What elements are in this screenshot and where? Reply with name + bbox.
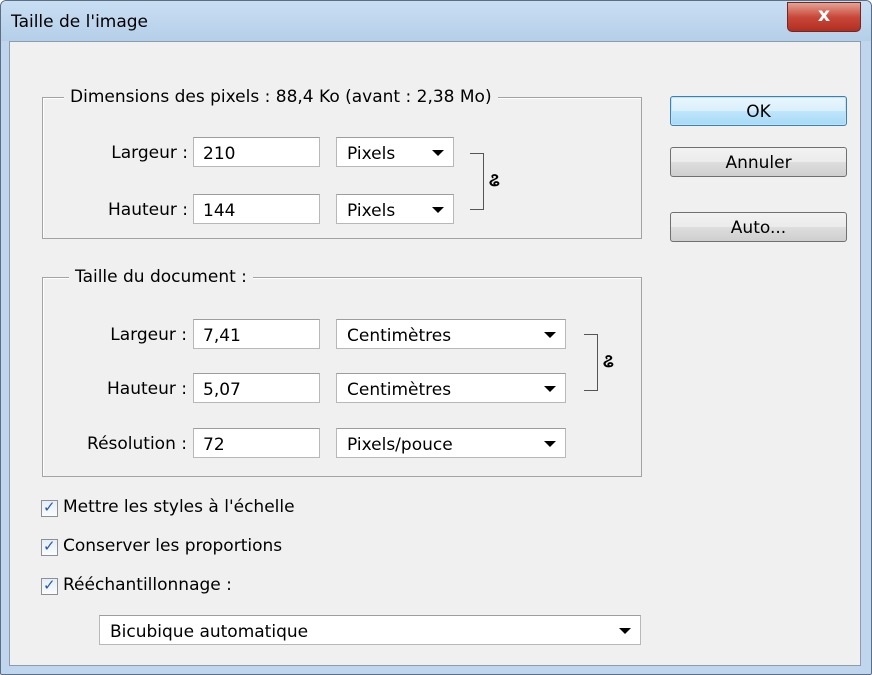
pixel-width-label: Largeur :	[111, 143, 188, 163]
dropdown-arrow-icon	[432, 207, 444, 213]
dropdown-arrow-icon	[544, 332, 556, 338]
resolution-input[interactable]: 72	[193, 428, 320, 458]
cancel-button[interactable]: Annuler	[670, 147, 847, 177]
dropdown-arrow-icon	[619, 628, 631, 634]
pixel-width-unit-value: Pixels	[347, 144, 396, 164]
scale-styles-label[interactable]: Mettre les styles à l'échelle	[63, 497, 295, 517]
pixel-height-unit-select[interactable]: Pixels	[336, 194, 454, 224]
dropdown-arrow-icon	[432, 150, 444, 156]
pixel-height-label: Hauteur :	[108, 200, 188, 220]
checkmark-icon: ✓	[43, 498, 56, 516]
pixel-height-input[interactable]: 144	[193, 194, 320, 224]
resolution-unit-value: Pixels/pouce	[347, 435, 453, 455]
resample-label[interactable]: Rééchantillonnage :	[63, 575, 232, 595]
document-width-unit-select[interactable]: Centimètres	[336, 319, 566, 349]
ok-button[interactable]: OK	[670, 96, 847, 126]
document-width-unit-value: Centimètres	[347, 326, 452, 346]
document-height-input[interactable]: 5,07	[193, 373, 320, 403]
pixel-link-bracket	[470, 153, 484, 210]
image-size-dialog: Taille de l'image x Dimensions des pixel…	[0, 0, 872, 675]
auto-button[interactable]: Auto...	[670, 212, 847, 242]
constrain-proportions-label[interactable]: Conserver les proportions	[63, 536, 282, 556]
document-height-unit-select[interactable]: Centimètres	[336, 373, 566, 403]
chain-link-icon: ଌ	[489, 170, 500, 191]
constrain-proportions-checkbox[interactable]: ✓	[41, 537, 58, 556]
scale-styles-checkbox[interactable]: ✓	[41, 498, 58, 517]
resample-checkbox[interactable]: ✓	[41, 576, 58, 595]
resample-method-value: Bicubique automatique	[110, 622, 309, 642]
close-icon: x	[817, 4, 831, 26]
document-size-legend: Taille du document :	[69, 267, 253, 287]
document-width-label: Largeur :	[110, 325, 187, 345]
pixel-width-unit-select[interactable]: Pixels	[336, 137, 454, 167]
close-button[interactable]: x	[787, 2, 861, 32]
dialog-body: Dimensions des pixels : 88,4 Ko (avant :…	[9, 41, 861, 666]
document-height-unit-value: Centimètres	[347, 380, 452, 400]
pixel-height-unit-value: Pixels	[347, 201, 396, 221]
resolution-unit-select[interactable]: Pixels/pouce	[336, 428, 566, 458]
document-height-label: Hauteur :	[107, 379, 187, 399]
chain-link-icon: ଌ	[603, 351, 614, 372]
checkmark-icon: ✓	[43, 576, 56, 594]
checkmark-icon: ✓	[43, 537, 56, 555]
resolution-label: Résolution :	[87, 434, 187, 454]
document-width-input[interactable]: 7,41	[193, 319, 320, 349]
title-bar[interactable]: Taille de l'image x	[1, 1, 871, 41]
document-link-bracket	[584, 334, 598, 391]
dropdown-arrow-icon	[544, 386, 556, 392]
dialog-title: Taille de l'image	[11, 12, 149, 32]
resample-method-select[interactable]: Bicubique automatique	[99, 615, 641, 645]
pixel-dimensions-legend: Dimensions des pixels : 88,4 Ko (avant :…	[64, 87, 498, 107]
dropdown-arrow-icon	[544, 441, 556, 447]
pixel-width-input[interactable]: 210	[193, 137, 320, 167]
